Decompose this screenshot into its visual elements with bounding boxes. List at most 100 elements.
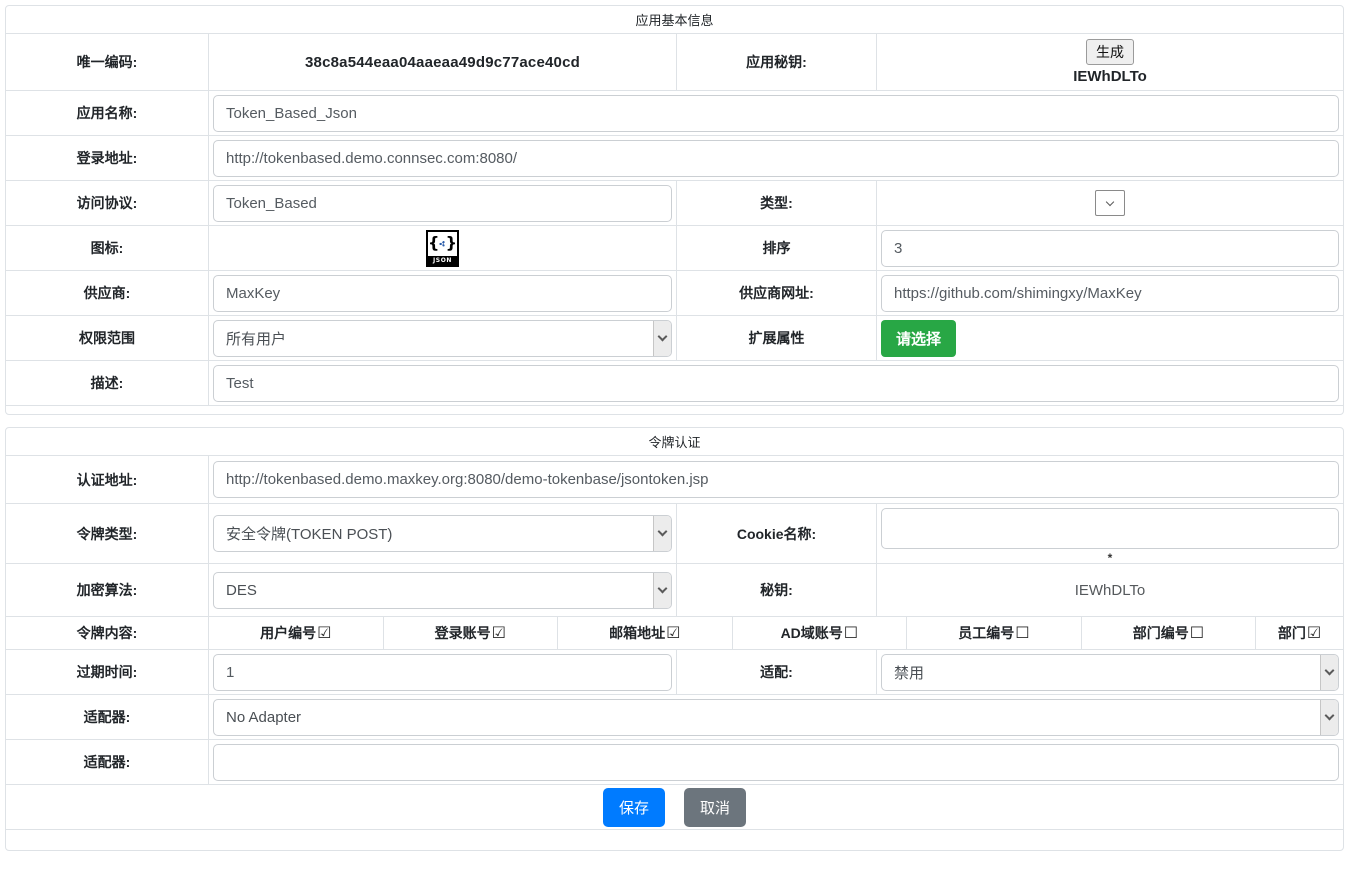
checkbox[interactable]: ☑ xyxy=(492,625,506,641)
app-type-select[interactable] xyxy=(1095,190,1125,216)
protocol-cell xyxy=(208,181,676,225)
token-content-option: 邮箱地址☑ xyxy=(557,617,732,649)
checkbox[interactable]: ☑ xyxy=(317,625,331,641)
token-type-label: 令牌类型: xyxy=(6,504,208,563)
app-secret-label: 应用秘钥: xyxy=(676,34,876,90)
app-name-label: 应用名称: xyxy=(6,91,208,135)
checkbox[interactable]: ☑ xyxy=(1307,625,1321,641)
save-button[interactable]: 保存 xyxy=(603,788,665,827)
select-arrow-button xyxy=(653,321,671,356)
checkbox[interactable]: ☐ xyxy=(844,625,858,641)
protocol-input[interactable] xyxy=(213,185,672,222)
vendor-label: 供应商: xyxy=(6,271,208,315)
auth-url-label: 认证地址: xyxy=(6,456,208,503)
row-token-type-cookie: 令牌类型: 安全令牌(TOKEN POST) Cookie名称: * xyxy=(6,504,1343,564)
sort-cell xyxy=(876,226,1343,270)
row-login-url: 登录地址: xyxy=(6,136,1343,181)
checkbox-label: 员工编号 xyxy=(958,623,1014,643)
checkbox[interactable]: ☐ xyxy=(1015,625,1029,641)
description-label: 描述: xyxy=(6,361,208,405)
vendor-url-input[interactable] xyxy=(881,275,1339,312)
token-type-select-value: 安全令牌(TOKEN POST) xyxy=(214,516,653,551)
description-cell xyxy=(208,361,1343,405)
login-url-label: 登录地址: xyxy=(6,136,208,180)
token-content-option: 部门编号☐ xyxy=(1081,617,1256,649)
auth-url-cell xyxy=(208,456,1343,503)
adapter-select-cell: No Adapter xyxy=(208,695,1343,739)
icon-label: 图标: xyxy=(6,226,208,270)
login-url-input[interactable] xyxy=(213,140,1339,177)
chevron-down-icon xyxy=(658,583,668,593)
panel-basic-info: 应用基本信息 唯一编码: 38c8a544eaa04aaeaa49d9c77ac… xyxy=(5,5,1344,415)
auth-url-input[interactable] xyxy=(213,461,1339,498)
algorithm-cell: DES xyxy=(208,564,676,616)
cookie-name-input[interactable] xyxy=(881,508,1339,549)
checkbox-label: 部门编号 xyxy=(1133,623,1189,643)
checkbox[interactable]: ☑ xyxy=(666,625,680,641)
expires-label: 过期时间: xyxy=(6,650,208,694)
adapter-input-label: 适配器: xyxy=(6,740,208,784)
token-type-select[interactable]: 安全令牌(TOKEN POST) xyxy=(213,515,672,552)
ext-attr-cell: 请选择 xyxy=(876,316,1343,360)
select-arrow-button xyxy=(653,573,671,608)
checkbox-label: 邮箱地址 xyxy=(609,623,665,643)
login-url-cell xyxy=(208,136,1343,180)
vendor-url-label: 供应商网址: xyxy=(676,271,876,315)
secret-label: 秘钥: xyxy=(676,564,876,616)
cookie-name-label: Cookie名称: xyxy=(676,504,876,563)
json-app-icon: { } JSON xyxy=(426,230,459,267)
token-content-option: 员工编号☐ xyxy=(906,617,1081,649)
token-type-cell: 安全令牌(TOKEN POST) xyxy=(208,504,676,563)
cancel-button[interactable]: 取消 xyxy=(684,788,746,827)
token-content-option: 登录账号☑ xyxy=(383,617,558,649)
scope-select[interactable]: 所有用户 xyxy=(213,320,672,357)
app-secret-value: IEWhDLTo xyxy=(1073,68,1147,85)
row-icon-sort: 图标: { } JSON 排序 xyxy=(6,226,1343,271)
row-unique-code: 唯一编码: 38c8a544eaa04aaeaa49d9c77ace40cd 应… xyxy=(6,34,1343,91)
scope-label: 权限范围 xyxy=(6,316,208,360)
algorithm-label: 加密算法: xyxy=(6,564,208,616)
expires-input[interactable] xyxy=(213,654,672,691)
app-name-input[interactable] xyxy=(213,95,1339,132)
generate-secret-button[interactable]: 生成 xyxy=(1086,39,1134,65)
expires-cell xyxy=(208,650,676,694)
checkbox-label: 用户编号 xyxy=(260,623,316,643)
unique-code-value: 38c8a544eaa04aaeaa49d9c77ace40cd xyxy=(208,34,676,90)
row-protocol-type: 访问协议: 类型: xyxy=(6,181,1343,226)
brace-left: { xyxy=(428,232,439,254)
token-content-label: 令牌内容: xyxy=(6,617,208,649)
sort-input[interactable] xyxy=(881,230,1339,267)
app-type-label: 类型: xyxy=(676,181,876,225)
panel-token-title: 令牌认证 xyxy=(6,428,1343,456)
scope-select-value: 所有用户 xyxy=(214,321,653,356)
icon-cell: { } JSON xyxy=(208,226,676,270)
token-content-option: 部门☑ xyxy=(1255,617,1343,649)
row-adapter-input: 适配器: xyxy=(6,740,1343,785)
chevron-down-icon xyxy=(658,527,668,537)
panel-basic-title: 应用基本信息 xyxy=(6,6,1343,34)
token-content-option: 用户编号☑ xyxy=(208,617,383,649)
adapt-select[interactable]: 禁用 xyxy=(881,654,1339,691)
protocol-label: 访问协议: xyxy=(6,181,208,225)
checkbox[interactable]: ☐ xyxy=(1190,625,1204,641)
row-auth-url: 认证地址: xyxy=(6,456,1343,504)
choose-ext-attr-button[interactable]: 请选择 xyxy=(881,320,956,357)
sort-label: 排序 xyxy=(676,226,876,270)
vendor-cell xyxy=(208,271,676,315)
json-badge: JSON xyxy=(428,256,457,265)
checkbox-label: 登录账号 xyxy=(435,623,491,643)
row-app-name: 应用名称: xyxy=(6,91,1343,136)
adapter-select[interactable]: No Adapter xyxy=(213,699,1339,736)
row-scope-ext: 权限范围 所有用户 扩展属性 请选择 xyxy=(6,316,1343,361)
row-expires-adapt: 过期时间: 适配: 禁用 xyxy=(6,650,1343,695)
adapt-label: 适配: xyxy=(676,650,876,694)
row-description: 描述: xyxy=(6,361,1343,406)
algorithm-select[interactable]: DES xyxy=(213,572,672,609)
app-secret-cell: 生成 IEWhDLTo xyxy=(876,34,1343,90)
chevron-down-icon xyxy=(1325,710,1335,720)
description-input[interactable] xyxy=(213,365,1339,402)
select-arrow-button xyxy=(1320,700,1338,735)
adapter-input[interactable] xyxy=(213,744,1339,781)
chevron-down-icon xyxy=(1325,665,1335,675)
vendor-input[interactable] xyxy=(213,275,672,312)
